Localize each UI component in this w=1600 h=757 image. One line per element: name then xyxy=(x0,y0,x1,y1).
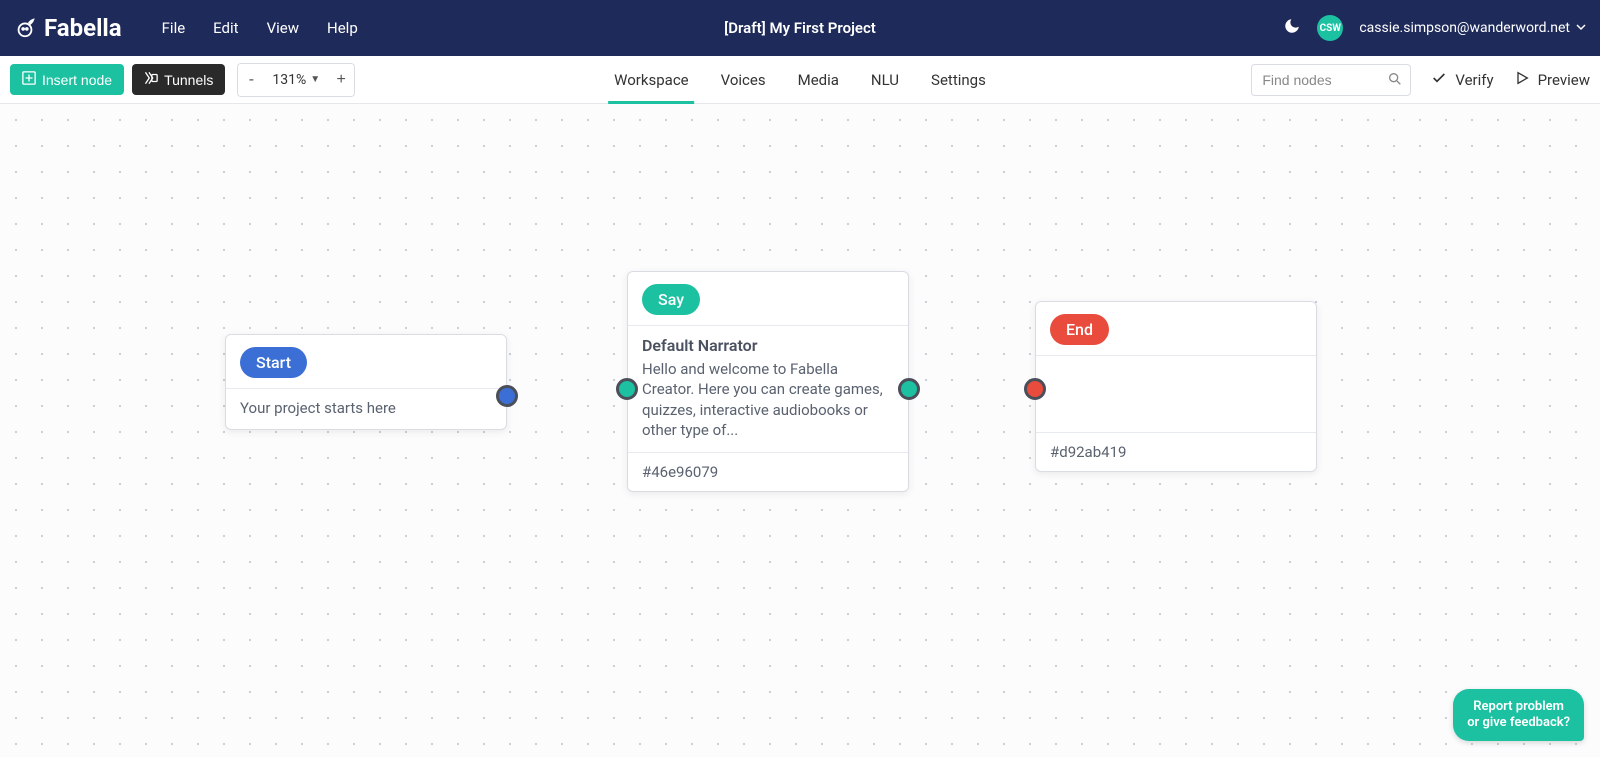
node-start-body: Your project starts here xyxy=(240,399,396,417)
zoom-control: - 131% ▼ + xyxy=(237,63,355,97)
tunnels-button[interactable]: Tunnels xyxy=(132,64,225,95)
port-say-in[interactable] xyxy=(616,378,638,400)
workspace-canvas[interactable]: Start Your project starts here Say Defau… xyxy=(0,104,1600,757)
node-say[interactable]: Say Default Narrator Hello and welcome t… xyxy=(627,271,909,492)
feedback-button[interactable]: Report problem or give feedback? xyxy=(1453,689,1584,742)
menu-view[interactable]: View xyxy=(267,19,299,37)
user-email-text: cassie.simpson@wanderword.net xyxy=(1359,20,1570,36)
node-start[interactable]: Start Your project starts here xyxy=(225,334,507,430)
search-wrap xyxy=(1251,64,1411,96)
brand-logo[interactable]: Fabella xyxy=(14,14,122,42)
caret-down-icon: ▼ xyxy=(310,74,320,85)
play-icon xyxy=(1514,70,1530,90)
verify-button[interactable]: Verify xyxy=(1431,70,1493,90)
zoom-out-button[interactable]: - xyxy=(238,64,264,96)
node-start-label: Start xyxy=(240,347,307,378)
user-menu[interactable]: cassie.simpson@wanderword.net xyxy=(1359,20,1586,36)
tab-settings[interactable]: Settings xyxy=(931,56,986,103)
menu-file[interactable]: File xyxy=(162,19,186,37)
search-icon xyxy=(1387,71,1403,91)
tab-voices[interactable]: Voices xyxy=(721,56,766,103)
zoom-value[interactable]: 131% ▼ xyxy=(264,72,328,88)
port-say-out[interactable] xyxy=(898,378,920,400)
brand-icon xyxy=(14,17,36,39)
menu-edit[interactable]: Edit xyxy=(213,19,238,37)
app-header: Fabella File Edit View Help [Draft] My F… xyxy=(0,0,1600,56)
edges-layer xyxy=(0,104,300,254)
node-end[interactable]: End #d92ab419 xyxy=(1035,301,1317,472)
theme-toggle-icon[interactable] xyxy=(1283,17,1301,39)
preview-button[interactable]: Preview xyxy=(1514,70,1590,90)
chevron-down-icon xyxy=(1576,20,1586,36)
tunnel-icon xyxy=(144,71,158,88)
user-avatar[interactable]: CSW xyxy=(1317,15,1343,41)
tab-nlu[interactable]: NLU xyxy=(871,56,899,103)
menu-help[interactable]: Help xyxy=(327,19,358,37)
node-say-id: #46e96079 xyxy=(628,452,908,491)
node-say-text: Hello and welcome to Fabella Creator. He… xyxy=(642,359,894,440)
port-end-in[interactable] xyxy=(1024,378,1046,400)
port-start-out[interactable] xyxy=(496,385,518,407)
tab-workspace[interactable]: Workspace xyxy=(614,56,688,103)
workspace-tabs: Workspace Voices Media NLU Settings xyxy=(614,56,986,103)
node-end-label: End xyxy=(1050,314,1109,345)
project-title[interactable]: [Draft] My First Project xyxy=(724,19,876,37)
main-menu: File Edit View Help xyxy=(162,19,358,37)
tab-media[interactable]: Media xyxy=(798,56,839,103)
insert-node-button[interactable]: Insert node xyxy=(10,64,124,95)
plus-icon xyxy=(22,71,36,88)
brand-name: Fabella xyxy=(44,14,122,42)
node-say-subtitle: Default Narrator xyxy=(642,336,894,355)
node-say-label: Say xyxy=(642,284,700,315)
node-end-id: #d92ab419 xyxy=(1036,432,1316,471)
zoom-in-button[interactable]: + xyxy=(328,64,354,96)
toolbar: Insert node Tunnels - 131% ▼ + Workspace… xyxy=(0,56,1600,104)
check-icon xyxy=(1431,70,1447,90)
